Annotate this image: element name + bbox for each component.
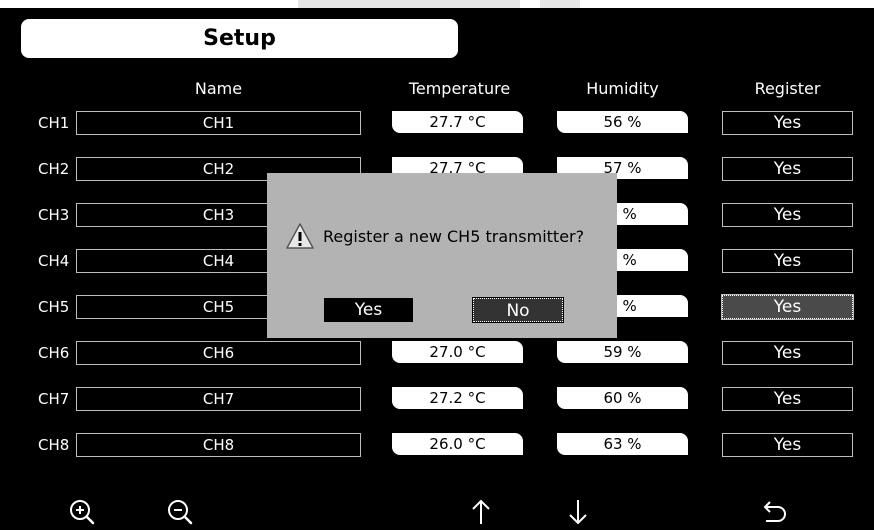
register-button[interactable]: Yes [722, 341, 853, 365]
humidity-value: 59 % [557, 341, 688, 363]
zoom-out-icon [168, 500, 193, 525]
channel-name-field[interactable]: CH7 [76, 387, 361, 411]
channel-label: CH3 [38, 206, 70, 224]
channel-label: CH4 [38, 252, 70, 270]
dialog-yes-button[interactable]: Yes [324, 298, 413, 322]
channel-name-field[interactable]: CH1 [76, 111, 361, 135]
dialog-message: Register a new CH5 transmitter? [323, 226, 585, 246]
table-row: CH1 CH1 27.7 °C 56 % Yes [0, 111, 874, 135]
zoom-out-button[interactable] [164, 496, 196, 528]
register-button[interactable]: Yes [722, 157, 853, 181]
dialog-message-row: Register a new CH5 transmitter? [285, 221, 584, 251]
warning-icon [286, 223, 314, 249]
channel-label: CH7 [38, 390, 70, 408]
temperature-value: 26.0 °C [392, 433, 523, 455]
top-strip-segment [540, 0, 580, 8]
table-row: CH6 CH6 27.0 °C 59 % Yes [0, 341, 874, 365]
register-button[interactable]: Yes [722, 111, 853, 135]
channel-label: CH2 [38, 160, 70, 178]
temperature-value: 27.0 °C [392, 341, 523, 363]
temperature-value: 27.7 °C [392, 111, 523, 133]
channel-label: CH5 [38, 298, 70, 316]
page-title: Setup [21, 19, 458, 58]
top-strip [0, 0, 874, 8]
scroll-down-button[interactable] [562, 496, 594, 528]
register-dialog: Register a new CH5 transmitter? Yes No [267, 173, 617, 338]
arrow-up-icon [472, 499, 490, 524]
channel-label: CH1 [38, 114, 70, 132]
back-icon [763, 501, 786, 522]
table-row: CH7 CH7 27.2 °C 60 % Yes [0, 387, 874, 411]
zoom-in-button[interactable] [66, 496, 98, 528]
channel-name-field[interactable]: CH6 [76, 341, 361, 365]
top-strip-segment [298, 0, 520, 8]
scroll-up-button[interactable] [465, 496, 497, 528]
column-header-name: Name [194, 79, 243, 98]
channel-label: CH6 [38, 344, 70, 362]
register-button[interactable]: Yes [722, 249, 853, 273]
dialog-no-button[interactable]: No [472, 297, 564, 323]
register-button[interactable]: Yes [722, 387, 853, 411]
humidity-value: 60 % [557, 387, 688, 409]
table-row: CH8 CH8 26.0 °C 63 % Yes [0, 433, 874, 457]
column-header-register: Register [754, 79, 821, 98]
register-button[interactable]: Yes [722, 433, 853, 457]
arrow-down-icon [569, 500, 587, 525]
register-button[interactable]: Yes [721, 294, 854, 320]
channel-name-field[interactable]: CH8 [76, 433, 361, 457]
column-header-temperature: Temperature [408, 79, 511, 98]
humidity-value: 56 % [557, 111, 688, 133]
register-button[interactable]: Yes [722, 203, 853, 227]
zoom-in-icon [70, 500, 95, 525]
channel-label: CH8 [38, 436, 70, 454]
humidity-value: 63 % [557, 433, 688, 455]
column-header-humidity: Humidity [586, 79, 659, 98]
back-button[interactable] [758, 496, 790, 528]
temperature-value: 27.2 °C [392, 387, 523, 409]
